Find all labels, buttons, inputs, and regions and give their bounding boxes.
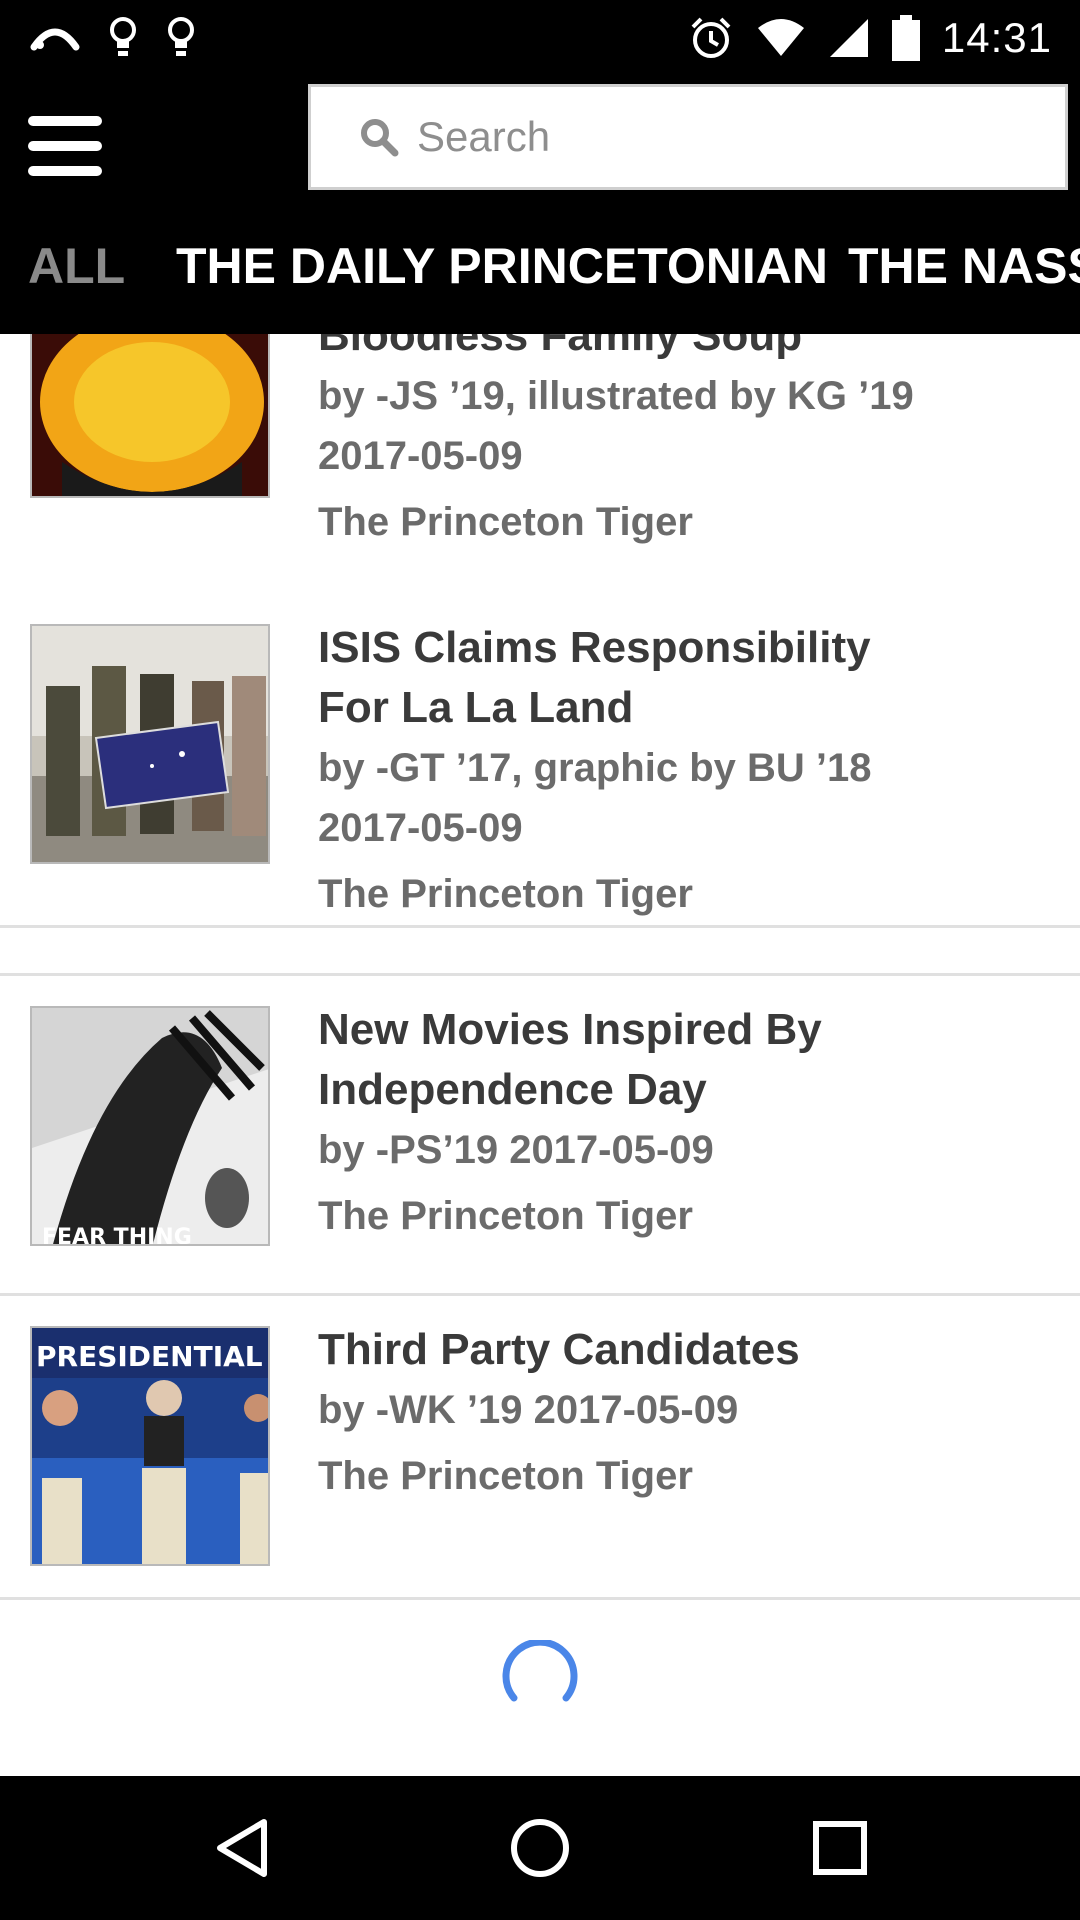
article-date: 2017-05-09 — [318, 434, 523, 478]
cast-icon — [30, 28, 80, 51]
tab-daily-princetonian[interactable]: THE DAILY PRINCETONIAN — [176, 198, 828, 334]
source-tabs: ALL THE DAILY PRINCETONIAN THE NASSAU WE… — [0, 198, 1080, 334]
article-thumbnail: FEAR THING — [30, 1006, 270, 1246]
toolbar: Search — [0, 76, 1080, 198]
list-item[interactable]: PRESIDENTIAL DEBATE Third Party Candidat… — [0, 1296, 1080, 1600]
status-system: 14:31 — [688, 0, 1052, 76]
clock: 14:31 — [941, 14, 1052, 61]
article-text: Third Party Candidates by -WK ’19 2017-0… — [318, 1320, 1058, 1506]
article-thumbnail — [30, 334, 270, 498]
back-icon[interactable] — [170, 1776, 314, 1920]
article-source: The Princeton Tiger — [318, 500, 693, 544]
article-title-line-2: For La La Land — [318, 683, 634, 732]
lightbulb-icon — [168, 17, 194, 56]
article-title: Bloodless Family Soup — [318, 334, 803, 360]
thumb-caption: FEAR THING — [42, 1225, 192, 1246]
article-source: The Princeton Tiger — [318, 1194, 693, 1238]
wifi-icon — [757, 19, 804, 56]
article-byline-date: by -PS’19 2017-05-09 — [318, 1128, 714, 1172]
lightbulb-icon — [110, 17, 136, 56]
article-date: 2017-05-09 — [318, 806, 523, 850]
list-item[interactable]: FEAR THING New Movies Inspired By Indepe… — [0, 976, 1080, 1296]
article-list[interactable]: Bloodless Family Soup by -JS ’19, illust… — [0, 334, 1080, 1776]
signal-icon — [829, 19, 868, 57]
article-thumbnail: PRESIDENTIAL DEBATE — [30, 1326, 270, 1566]
search-icon — [361, 119, 399, 157]
article-title-line-1: ISIS Claims Responsibility — [318, 623, 871, 672]
article-title-line-1: New Movies Inspired By — [318, 1005, 822, 1054]
article-text: Bloodless Family Soup by -JS ’19, illust… — [318, 334, 1058, 552]
navigation-bar — [0, 1776, 1080, 1920]
article-byline-date: by -WK ’19 2017-05-09 — [318, 1388, 739, 1432]
article-source: The Princeton Tiger — [318, 872, 693, 916]
recents-icon[interactable] — [768, 1776, 912, 1920]
article-byline: by -GT ’17, graphic by BU ’18 — [318, 746, 872, 790]
search-placeholder: Search — [417, 113, 551, 160]
article-text: New Movies Inspired By Independence Day … — [318, 1000, 1058, 1246]
hamburger-menu-icon[interactable] — [28, 114, 104, 178]
article-byline: by -JS ’19, illustrated by KG ’19 — [318, 374, 914, 418]
loading-spinner-icon — [500, 1638, 580, 1720]
article-thumbnail — [30, 624, 270, 864]
thumb-caption: PRESIDENTIAL DEBATE — [36, 1340, 270, 1373]
list-item[interactable]: ISIS Claims Responsibility For La La Lan… — [0, 594, 1080, 976]
alarm-icon — [691, 17, 731, 58]
status-notifications — [30, 14, 196, 62]
status-bar: 14:31 — [0, 0, 1080, 76]
article-title-line-2: Independence Day — [318, 1065, 707, 1114]
article-title: Third Party Candidates — [318, 1325, 800, 1374]
search-input[interactable]: Search — [308, 84, 1068, 190]
home-icon[interactable] — [468, 1776, 612, 1920]
battery-icon — [891, 15, 920, 61]
tab-all[interactable]: ALL — [28, 198, 125, 334]
article-text: ISIS Claims Responsibility For La La Lan… — [318, 618, 1058, 924]
article-source: The Princeton Tiger — [318, 1454, 693, 1498]
tab-nassau-weekly[interactable]: THE NASSAU WEEKLY — [848, 198, 1080, 334]
